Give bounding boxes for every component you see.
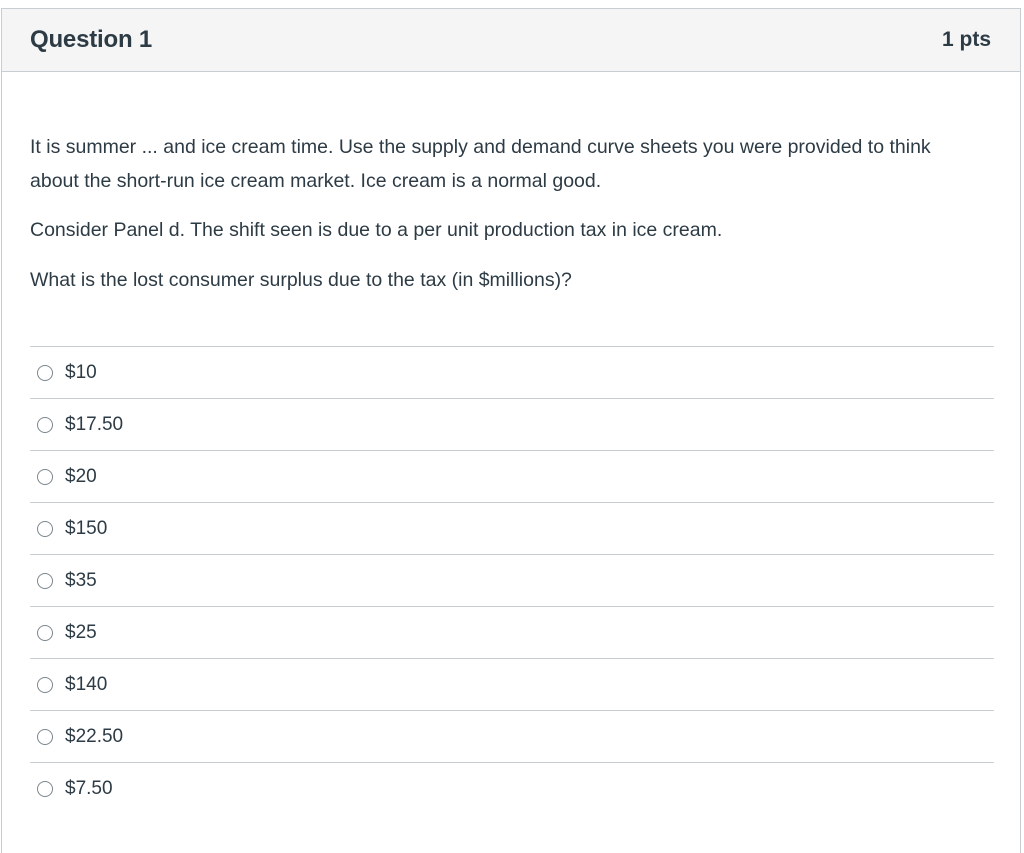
answer-label: $7.50 [65, 777, 113, 799]
answer-label: $25 [65, 621, 97, 643]
answer-option[interactable]: $7.50 [30, 762, 994, 814]
answer-label: $150 [65, 517, 108, 539]
question-points: 1 pts [941, 28, 991, 51]
answer-label: $140 [65, 673, 108, 695]
answer-option[interactable]: $17.50 [30, 398, 994, 450]
radio-button[interactable] [37, 676, 53, 693]
answer-option[interactable]: $150 [30, 502, 994, 554]
question-header: Question 1 1 pts [2, 9, 1020, 72]
answer-label: $10 [65, 361, 97, 383]
answer-option[interactable]: $22.50 [30, 710, 994, 762]
radio-button[interactable] [37, 416, 53, 433]
question-title: Question 1 [30, 26, 153, 53]
question-text: It is summer ... and ice cream time. Use… [30, 130, 982, 297]
radio-button[interactable] [37, 572, 53, 589]
answer-option[interactable]: $35 [30, 554, 994, 606]
question-prompt: What is the lost consumer surplus due to… [30, 269, 572, 291]
answer-label: $22.50 [65, 725, 124, 747]
question-body: It is summer ... and ice cream time. Use… [2, 72, 1020, 297]
answer-list: $10 $17.50 $20 $150 $35 $25 $140 $22.50 [30, 346, 994, 814]
radio-button[interactable] [37, 780, 53, 797]
answer-option[interactable]: $10 [30, 346, 994, 398]
radio-button[interactable] [37, 364, 53, 381]
radio-button[interactable] [37, 468, 53, 485]
question-paragraph: Consider Panel d. The shift seen is due … [30, 219, 723, 241]
radio-button[interactable] [37, 624, 53, 641]
answer-label: $35 [65, 569, 97, 591]
answer-option[interactable]: $25 [30, 606, 994, 658]
question-paragraph: It is summer ... and ice cream time. Use… [30, 136, 931, 192]
answer-option[interactable]: $140 [30, 658, 994, 710]
answer-option[interactable]: $20 [30, 450, 994, 502]
answer-label: $20 [65, 465, 97, 487]
radio-button[interactable] [37, 728, 53, 745]
answer-label: $17.50 [65, 413, 124, 435]
question-card: Question 1 1 pts It is summer ... and ic… [1, 8, 1021, 853]
radio-button[interactable] [37, 520, 53, 537]
